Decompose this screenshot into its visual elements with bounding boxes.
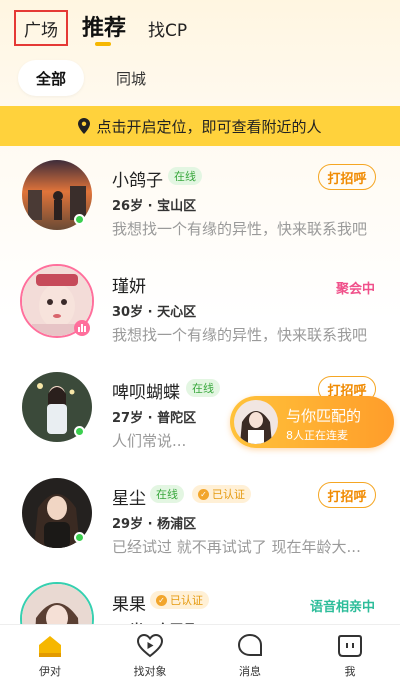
verified-label: 已认证 <box>212 488 245 501</box>
online-status-dot <box>74 214 85 225</box>
message-icon <box>237 633 262 656</box>
location-pin-icon <box>78 118 91 134</box>
match-avatar <box>234 400 278 444</box>
filter-same-city-button[interactable]: 同城 <box>98 60 164 96</box>
list-item[interactable]: 星尘 在线 ✓ 已认证 29岁 · 杨浦区 已经试过 就不再试试了 现在年龄大.… <box>0 468 400 572</box>
online-badge: 在线 <box>168 167 202 185</box>
user-name: 啤呗蝴蝶 <box>112 383 180 403</box>
live-audio-icon <box>74 320 90 336</box>
verified-icon: ✓ <box>198 488 209 500</box>
user-age-location: 30岁 · 天心区 <box>112 305 197 320</box>
greet-button[interactable]: 打招呼 <box>318 482 376 508</box>
filter-bar: 全部 同城 <box>0 60 400 100</box>
nav-label: 我 <box>344 665 356 678</box>
list-item[interactable]: 小鸽子 在线 26岁 · 宝山区 我想找一个有缘的异性，快来联系我吧 打招呼 <box>0 150 400 254</box>
user-name: 瑾妍 <box>112 277 146 297</box>
list-item[interactable]: 瑾妍 30岁 · 天心区 我想找一个有缘的异性，快来联系我吧 聚会中 <box>0 256 400 360</box>
tab-recommend[interactable]: 推荐 <box>82 10 127 46</box>
online-status-dot <box>74 426 85 437</box>
user-description: 我想找一个有缘的异性，快来联系我吧 <box>112 220 368 238</box>
nav-item-home[interactable]: 伊对 <box>0 625 100 683</box>
tab-recommend-label: 推荐 <box>82 16 127 41</box>
nav-label: 找对象 <box>133 665 167 678</box>
location-permission-banner[interactable]: 点击开启定位，即可查看附近的人 <box>0 106 400 146</box>
user-age-location: 26岁 · 宝山区 <box>112 199 197 214</box>
match-card-title: 与你匹配的 <box>286 407 362 425</box>
nav-item-messages[interactable]: 消息 <box>200 625 300 683</box>
user-age-location: 27岁 · 普陀区 <box>112 411 197 426</box>
user-name: 果果 <box>112 595 146 615</box>
verified-label: 已认证 <box>170 594 203 607</box>
voice-dating-status-label[interactable]: 语音相亲中 <box>310 596 375 615</box>
match-card-subtitle: 8人正在连麦 <box>286 429 348 442</box>
user-name: 星尘 <box>112 489 146 509</box>
online-badge: 在线 <box>186 379 220 397</box>
verified-badge: ✓ 已认证 <box>192 485 251 503</box>
party-status-label[interactable]: 聚会中 <box>336 278 375 297</box>
greet-button[interactable]: 打招呼 <box>318 164 376 190</box>
active-tab-indicator <box>95 42 111 46</box>
nav-label: 消息 <box>239 665 261 678</box>
online-badge: 在线 <box>150 485 184 503</box>
top-tab-bar: 广场 推荐 找CP <box>0 0 400 60</box>
nav-label: 伊对 <box>39 665 61 678</box>
user-description: 我想找一个有缘的异性，快来联系我吧 <box>112 326 368 344</box>
nav-item-me[interactable]: 我 <box>300 625 400 683</box>
verified-badge: ✓ 已认证 <box>150 591 209 609</box>
location-banner-text: 点击开启定位，即可查看附近的人 <box>96 117 322 136</box>
home-icon <box>39 636 61 657</box>
profile-icon <box>338 635 362 657</box>
user-age-location: 29岁 · 杨浦区 <box>112 517 197 532</box>
verified-icon: ✓ <box>156 594 167 606</box>
filter-all-button[interactable]: 全部 <box>18 60 84 96</box>
user-name: 小鸽子 <box>112 171 163 191</box>
bottom-navigation: 伊对 找对象 消息 我 <box>0 624 400 683</box>
nav-item-find-partner[interactable]: 找对象 <box>100 625 200 683</box>
tab-find-cp[interactable]: 找CP <box>148 16 187 41</box>
online-status-dot <box>74 532 85 543</box>
match-floating-card[interactable]: 与你匹配的 8人正在连麦 <box>230 396 394 448</box>
tab-square[interactable]: 广场 <box>14 10 68 46</box>
heart-icon <box>137 633 163 658</box>
user-description: 已经试过 就不再试试了 现在年龄大... <box>112 538 361 556</box>
